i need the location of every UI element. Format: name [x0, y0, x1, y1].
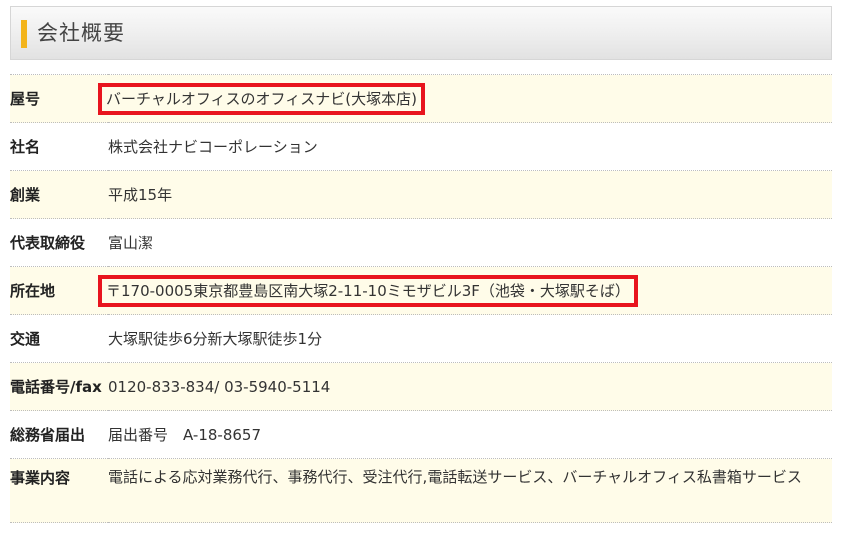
row-label: 電話番号/fax: [10, 362, 108, 411]
row-label: 事業内容: [10, 458, 108, 523]
row-value: 富山潔: [108, 218, 832, 267]
row-value: 届出番号 A-18-8657: [108, 410, 832, 459]
row-value: 株式会社ナビコーポレーション: [108, 122, 832, 171]
row-label: 社名: [10, 122, 108, 171]
company-info-table: 屋号 バーチャルオフィスのオフィスナビ(大塚本店) 社名 株式会社ナビコーポレー…: [10, 74, 832, 523]
table-row-representative: 代表取締役 富山潔: [10, 218, 832, 267]
row-value: 〒170-0005東京都豊島区南大塚2-11-10ミモザビル3F（池袋・大塚駅そ…: [98, 266, 832, 315]
table-row-business: 事業内容 電話による応対業務代行、事務代行、受注代行,電話転送サービス、バーチャ…: [10, 458, 832, 523]
table-row-company-name: 社名 株式会社ナビコーポレーション: [10, 122, 832, 171]
company-overview-page: 会社概要 屋号 バーチャルオフィスのオフィスナビ(大塚本店) 社名 株式会社ナビ…: [0, 0, 842, 534]
table-row-founded: 創業 平成15年: [10, 170, 832, 219]
row-value: バーチャルオフィスのオフィスナビ(大塚本店): [98, 74, 832, 123]
row-value: 大塚駅徒歩6分新大塚駅徒歩1分: [108, 314, 832, 363]
row-value: 平成15年: [108, 170, 832, 219]
table-row-access: 交通 大塚駅徒歩6分新大塚駅徒歩1分: [10, 314, 832, 363]
row-label: 代表取締役: [10, 218, 108, 267]
highlight-box: 〒170-0005東京都豊島区南大塚2-11-10ミモザビル3F（池袋・大塚駅そ…: [98, 274, 638, 307]
section-title: 会社概要: [37, 21, 125, 45]
accent-bar: [21, 20, 27, 48]
table-row-phone-fax: 電話番号/fax 0120-833-834/ 03-5940-5114: [10, 362, 832, 411]
row-label: 所在地: [10, 266, 108, 315]
table-row-trade-name: 屋号 バーチャルオフィスのオフィスナビ(大塚本店): [10, 74, 832, 123]
row-label: 総務省届出: [10, 410, 108, 459]
row-value: 電話による応対業務代行、事務代行、受注代行,電話転送サービス、バーチャルオフィス…: [108, 458, 832, 523]
row-label: 創業: [10, 170, 108, 219]
highlight-box: バーチャルオフィスのオフィスナビ(大塚本店): [98, 82, 425, 115]
section-header: 会社概要: [10, 6, 832, 60]
row-value: 0120-833-834/ 03-5940-5114: [108, 362, 832, 411]
row-label: 交通: [10, 314, 108, 363]
row-label: 屋号: [10, 74, 108, 123]
table-row-ministry-registration: 総務省届出 届出番号 A-18-8657: [10, 410, 832, 459]
table-row-address: 所在地 〒170-0005東京都豊島区南大塚2-11-10ミモザビル3F（池袋・…: [10, 266, 832, 315]
